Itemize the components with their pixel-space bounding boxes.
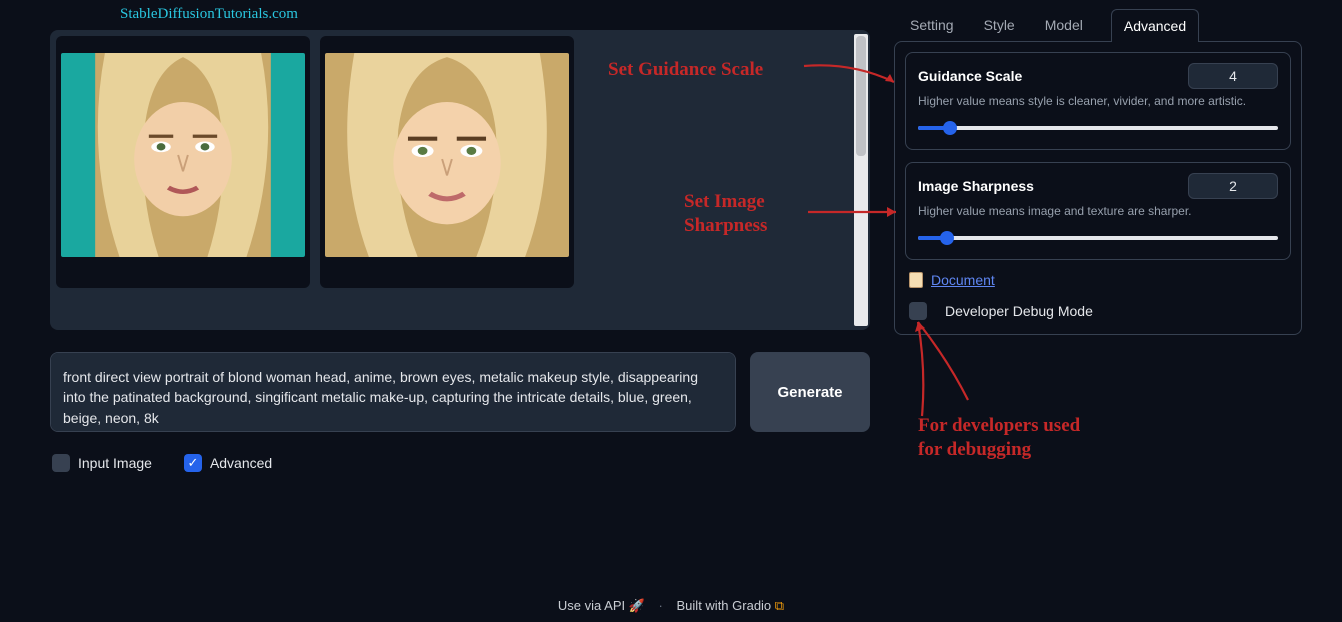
portrait-illustration	[325, 53, 569, 257]
footer: Use via API 🚀 · Built with Gradio ⧉	[0, 598, 1342, 614]
prompt-input[interactable]	[50, 352, 736, 432]
image-sharpness-help: Higher value means image and texture are…	[918, 203, 1278, 219]
input-image-checkbox[interactable]: Input Image	[52, 454, 152, 472]
scrollbar-thumb[interactable]	[856, 36, 866, 156]
main-pane: Generate Input Image ✓ Advanced	[50, 30, 870, 472]
portrait-illustration	[61, 53, 305, 257]
advanced-checkbox[interactable]: ✓ Advanced	[184, 454, 272, 472]
checkbox-icon	[52, 454, 70, 472]
guidance-scale-value[interactable]: 4	[1188, 63, 1278, 89]
image-sharpness-value[interactable]: 2	[1188, 173, 1278, 199]
checkbox-icon: ✓	[184, 454, 202, 472]
tab-style[interactable]: Style	[982, 9, 1017, 41]
footer-api-link[interactable]: Use via API	[558, 598, 625, 613]
guidance-scale-slider[interactable]	[918, 121, 1278, 135]
guidance-scale-help: Higher value means style is cleaner, viv…	[918, 93, 1278, 109]
checkbox-label: Advanced	[210, 455, 272, 471]
tab-bar: Setting Style Model Advanced	[894, 8, 1302, 41]
gallery-scrollbar[interactable]	[854, 34, 868, 326]
tab-setting[interactable]: Setting	[908, 9, 956, 41]
image-sharpness-group: Image Sharpness 2 Higher value means ima…	[905, 162, 1291, 260]
image-sharpness-slider[interactable]	[918, 231, 1278, 245]
generate-button[interactable]: Generate	[750, 352, 870, 432]
rocket-icon: 🚀	[629, 598, 645, 613]
tab-model[interactable]: Model	[1043, 9, 1085, 41]
right-pane: Setting Style Model Advanced Guidance Sc…	[894, 8, 1302, 335]
site-title: StableDiffusionTutorials.com	[120, 6, 298, 23]
tab-advanced[interactable]: Advanced	[1111, 9, 1199, 42]
gallery-image-1[interactable]	[56, 36, 310, 288]
footer-gradio-link[interactable]: Built with Gradio	[677, 598, 772, 613]
image-sharpness-title: Image Sharpness	[918, 178, 1034, 194]
debug-checkbox[interactable]	[909, 302, 927, 320]
document-link[interactable]: Document	[931, 272, 995, 288]
guidance-scale-title: Guidance Scale	[918, 68, 1022, 84]
output-gallery	[50, 30, 870, 330]
gradio-icon: ⧉	[775, 598, 784, 613]
checkbox-label: Input Image	[78, 455, 152, 471]
document-icon	[909, 272, 923, 288]
debug-label: Developer Debug Mode	[945, 303, 1093, 319]
guidance-scale-group: Guidance Scale 4 Higher value means styl…	[905, 52, 1291, 150]
gallery-image-2[interactable]	[320, 36, 574, 288]
annotation-debug: For developers used for debugging	[918, 414, 1080, 462]
advanced-panel: Guidance Scale 4 Higher value means styl…	[894, 41, 1302, 335]
